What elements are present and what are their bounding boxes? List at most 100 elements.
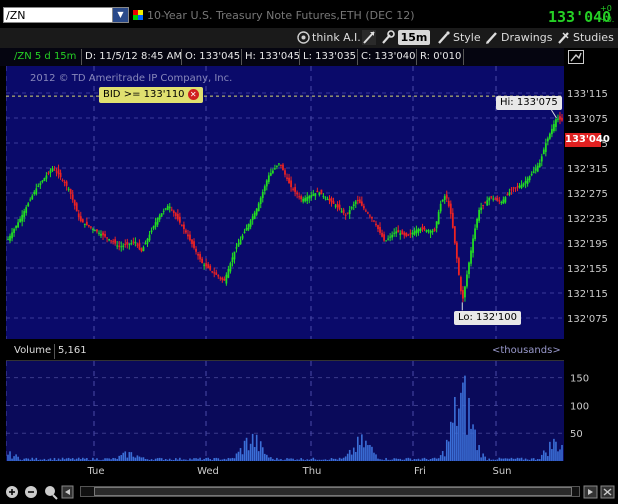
bar-high: H: 133'045 bbox=[245, 51, 300, 62]
timeframe-button[interactable]: 15m bbox=[398, 30, 430, 45]
price-chart[interactable]: 2012 © TD Ameritrade IP Company, Inc. bbox=[6, 66, 564, 339]
volume-bar bbox=[253, 447, 256, 461]
candle-body bbox=[334, 205, 337, 207]
candle-body bbox=[528, 176, 531, 181]
candle-body bbox=[383, 234, 385, 241]
volume-bar bbox=[371, 446, 373, 461]
candle-body bbox=[468, 262, 470, 275]
volume-bar bbox=[239, 448, 242, 461]
candle-body bbox=[150, 230, 153, 233]
close-icon[interactable]: ✕ bbox=[187, 88, 199, 100]
candle-body bbox=[476, 218, 478, 228]
candle-body bbox=[75, 203, 78, 212]
candle-body bbox=[211, 271, 214, 273]
volume-bar bbox=[553, 438, 555, 461]
candle-body bbox=[306, 196, 309, 201]
volume-bar bbox=[243, 440, 246, 461]
candle-body bbox=[201, 258, 204, 264]
candle-body bbox=[21, 214, 24, 222]
symbol-dropdown-button[interactable]: ▼ bbox=[112, 7, 129, 23]
drawing-tool-icon[interactable] bbox=[568, 50, 584, 64]
volume-bar bbox=[545, 452, 547, 461]
wrench-icon[interactable] bbox=[380, 30, 395, 45]
volume-bar bbox=[122, 452, 125, 461]
candle-body bbox=[518, 185, 521, 188]
volume-bar bbox=[557, 451, 559, 461]
candle-body bbox=[185, 230, 187, 233]
candle-body bbox=[249, 220, 252, 227]
candle-body bbox=[118, 245, 121, 247]
candle-body bbox=[486, 200, 489, 206]
candle-body bbox=[425, 229, 428, 232]
candle-body bbox=[356, 199, 359, 201]
candle-body bbox=[49, 170, 52, 173]
studies-flask-icon[interactable] bbox=[557, 31, 570, 44]
volume-bar bbox=[375, 454, 377, 461]
candle-body bbox=[294, 187, 297, 192]
link-group-icon[interactable] bbox=[133, 10, 143, 20]
pencil-icon[interactable] bbox=[485, 31, 498, 44]
bar-range: R: 0'010 bbox=[420, 51, 462, 62]
candle-body bbox=[65, 181, 68, 186]
candle-body bbox=[89, 226, 92, 228]
candle-body bbox=[447, 200, 450, 207]
candle-body bbox=[229, 263, 232, 272]
volume-chart[interactable] bbox=[6, 361, 564, 461]
symbol-input[interactable]: /ZN bbox=[3, 7, 129, 23]
candle-body bbox=[433, 228, 436, 232]
candle-body bbox=[164, 208, 167, 210]
scrollbar-thumb[interactable] bbox=[94, 487, 572, 496]
candle-body bbox=[195, 248, 197, 252]
drawings-menu[interactable]: Drawings bbox=[501, 30, 552, 45]
volume-bar bbox=[470, 428, 472, 461]
candle-body bbox=[19, 218, 22, 222]
style-brush-icon[interactable] bbox=[437, 31, 450, 44]
scroll-end-controls[interactable] bbox=[583, 484, 617, 500]
candle-body bbox=[128, 243, 131, 245]
price-tick-label: 132'315 bbox=[567, 164, 608, 175]
candle-body bbox=[364, 210, 367, 212]
zoom-out-icon bbox=[25, 486, 37, 498]
volume-bar bbox=[551, 449, 553, 461]
candle-body bbox=[340, 211, 343, 213]
zoom-controls[interactable] bbox=[4, 484, 74, 500]
candle-body bbox=[409, 233, 412, 235]
crosshair-tool-icon[interactable] bbox=[362, 30, 376, 45]
candle-body bbox=[94, 230, 96, 232]
candle-body bbox=[207, 264, 210, 269]
candle-body bbox=[443, 196, 446, 200]
candle-body bbox=[544, 143, 547, 152]
thinkai-button[interactable]: think A.I. bbox=[312, 30, 361, 45]
candle-body bbox=[538, 162, 541, 168]
volume-bar bbox=[363, 447, 365, 461]
thinkai-icon[interactable] bbox=[297, 31, 310, 44]
volume-bar bbox=[249, 443, 252, 461]
candle-body bbox=[39, 183, 42, 186]
candle-body bbox=[9, 235, 11, 241]
candle-body bbox=[516, 186, 519, 188]
candle-body bbox=[7, 239, 9, 241]
price-tick-label: 132'275 bbox=[567, 189, 608, 200]
candle-body bbox=[352, 204, 355, 206]
candle-body bbox=[98, 232, 100, 234]
candle-body bbox=[557, 118, 559, 120]
candle-body bbox=[233, 251, 236, 260]
percent-change: +0. bbox=[600, 15, 615, 24]
time-axis-label: Fri bbox=[414, 466, 426, 477]
chart-aggregation-label[interactable]: /ZN 5 d 15m bbox=[14, 48, 76, 66]
candle-body bbox=[360, 201, 363, 206]
candle-body bbox=[61, 180, 64, 182]
candle-body bbox=[187, 234, 189, 237]
candle-body bbox=[55, 171, 58, 173]
candle-body bbox=[464, 286, 466, 298]
separator bbox=[241, 49, 242, 65]
candle-body bbox=[358, 199, 361, 204]
candle-body bbox=[92, 228, 94, 230]
studies-menu[interactable]: Studies bbox=[573, 30, 614, 45]
bar-date: D: 11/5/12 8:45 AM bbox=[85, 51, 183, 62]
chevron-down-icon: ▼ bbox=[117, 10, 124, 19]
style-menu[interactable]: Style bbox=[453, 30, 481, 45]
bid-alert-badge[interactable]: BID >= 133'110 ✕ bbox=[99, 87, 203, 103]
price-tick-label: 132'115 bbox=[567, 289, 608, 300]
volume-bar bbox=[559, 449, 561, 461]
